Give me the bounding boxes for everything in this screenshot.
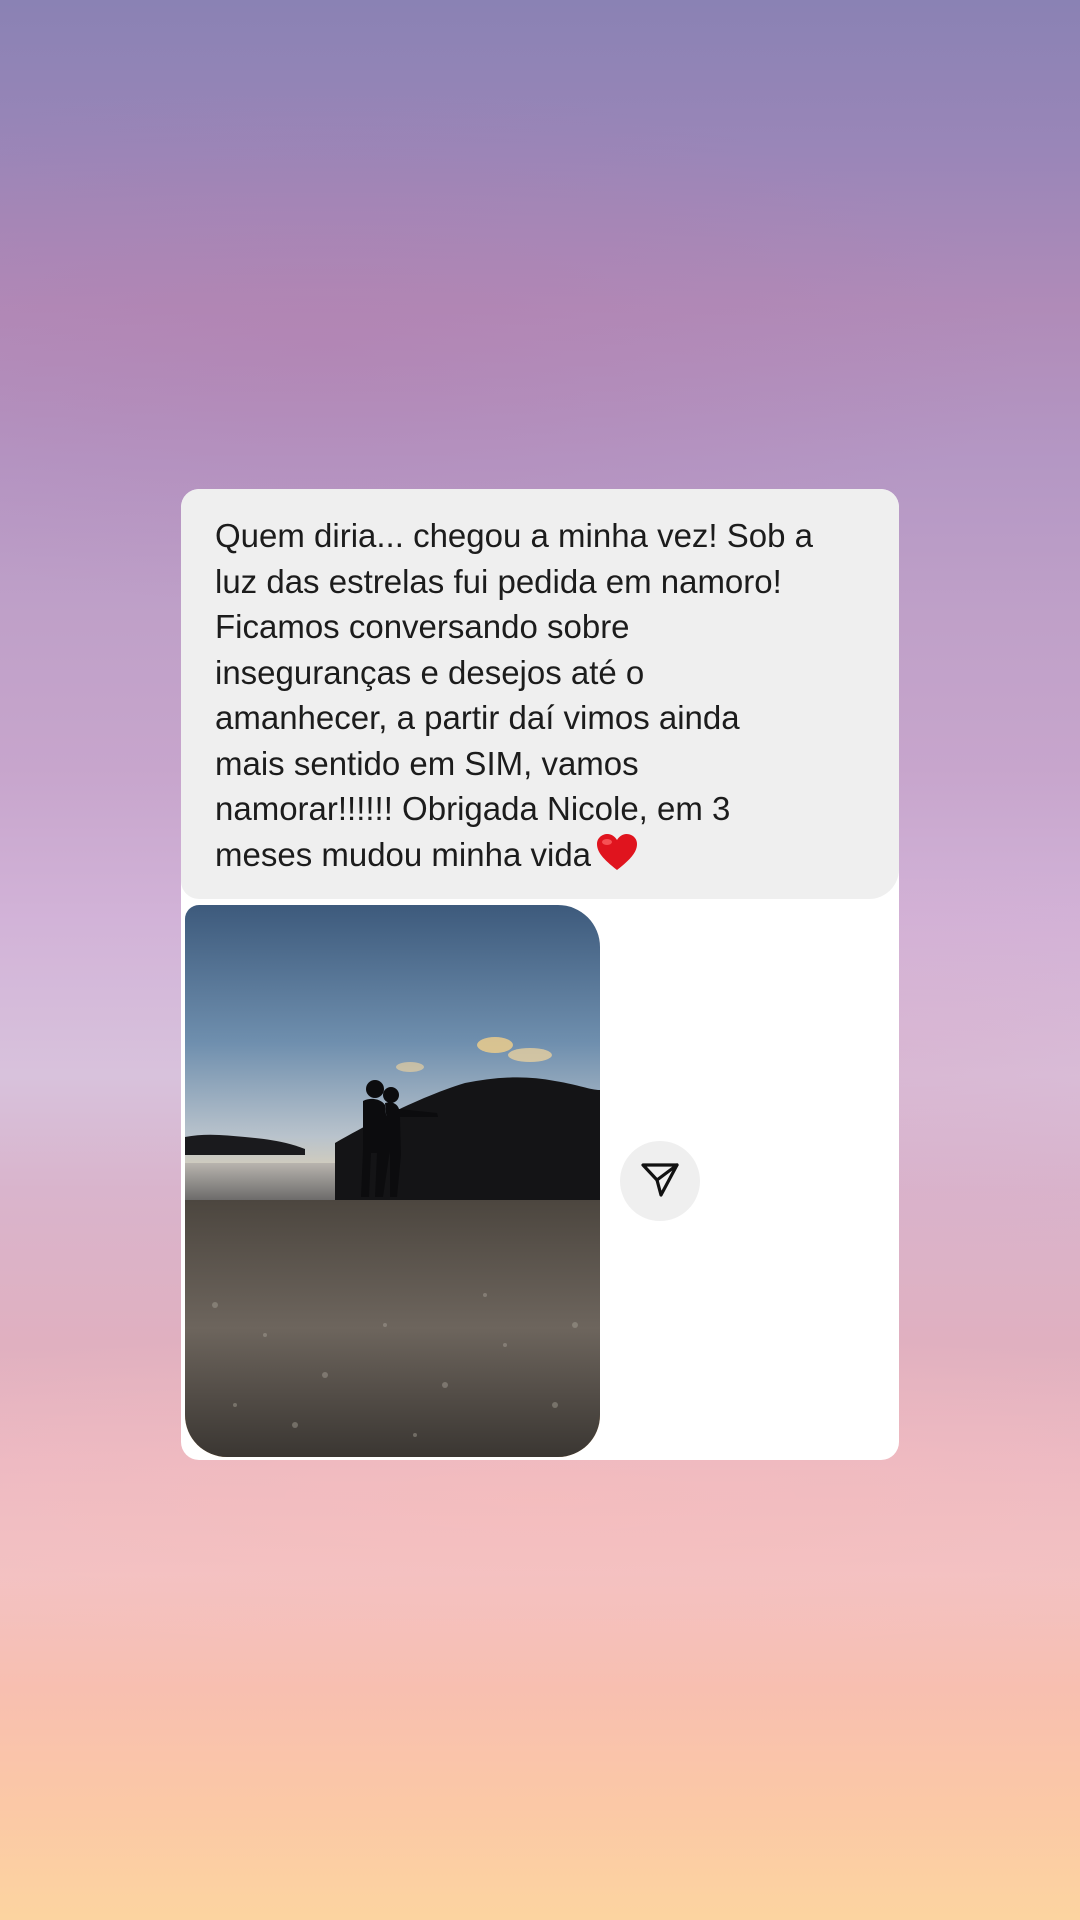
attached-photo[interactable] — [185, 905, 600, 1457]
paper-plane-icon — [640, 1159, 680, 1204]
message-bubble[interactable]: Quem diria... chegou a minha vez! Sob a … — [181, 489, 899, 899]
message-text: Quem diria... chegou a minha vez! Sob a … — [215, 513, 879, 883]
share-button[interactable] — [620, 1141, 700, 1221]
heart-icon — [595, 832, 639, 884]
message-card: Quem diria... chegou a minha vez! Sob a … — [181, 489, 899, 1460]
